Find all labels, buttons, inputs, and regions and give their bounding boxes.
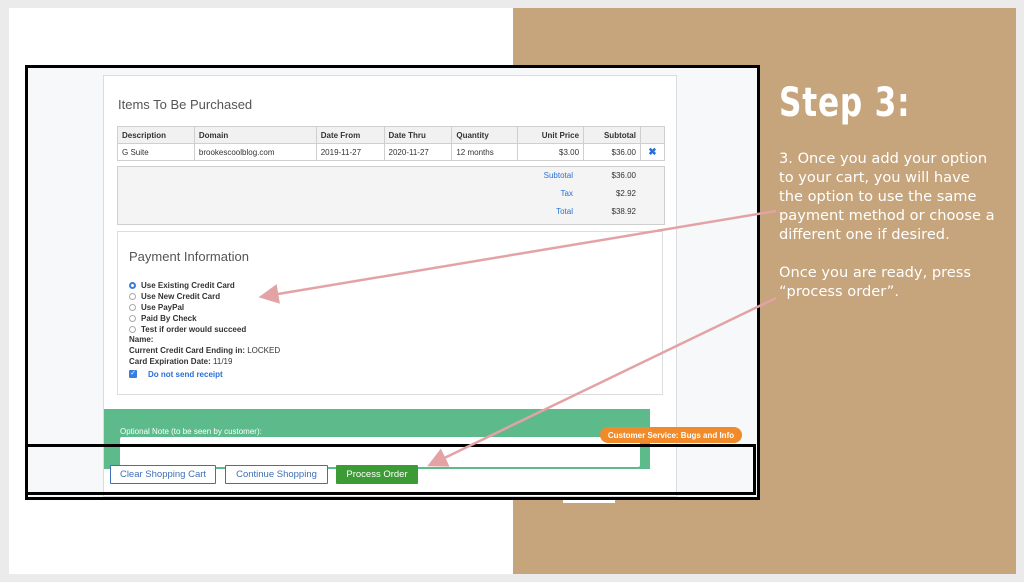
arrow-to-payment [258, 209, 777, 304]
arrow-to-process-order [427, 296, 777, 467]
annotation-arrows [258, 209, 777, 467]
